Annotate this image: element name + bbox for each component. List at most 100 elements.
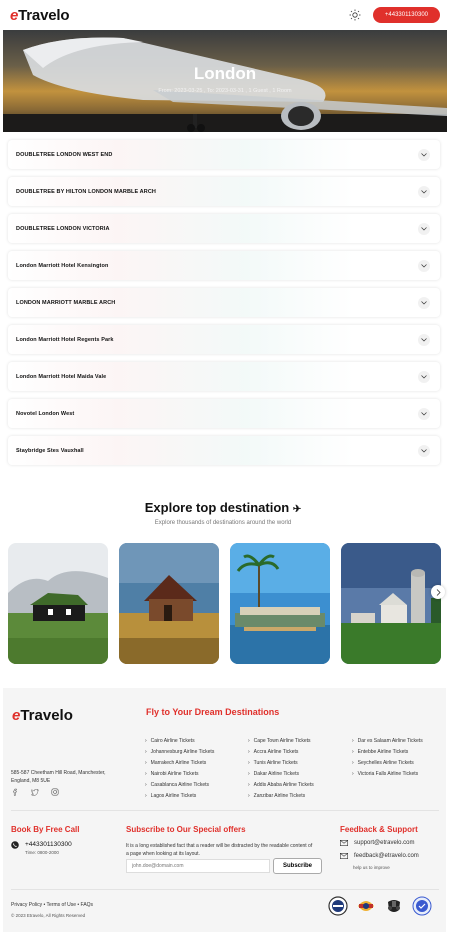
destination-card[interactable] <box>8 543 108 664</box>
destination-image <box>341 543 441 664</box>
support-email: support@etravelo.com <box>354 840 415 846</box>
hotel-item[interactable]: LONDON MARRIOTT MARBLE ARCH <box>8 288 440 317</box>
hero-search-summary: From: 2023-03-25 , To: 2023-03-31 , 1 Gu… <box>158 88 292 94</box>
dream-destinations-heading: Fly to Your Dream Destinations <box>146 707 280 717</box>
footer-divider <box>11 889 439 890</box>
airline-ticket-link[interactable]: Seychelles Airline Tickets <box>352 758 423 769</box>
airline-ticket-link[interactable]: Addis Ababa Airline Tickets <box>248 780 314 791</box>
explore-title: Explore top destination ✈ <box>0 500 446 515</box>
hotel-list: DOUBLETREE LONDON WEST END DOUBLETREE BY… <box>8 140 440 473</box>
chevron-down-icon[interactable] <box>418 370 430 383</box>
chevron-down-icon[interactable] <box>418 259 430 272</box>
hotel-item[interactable]: Staybridge Stes Vauxhall <box>8 436 440 465</box>
airline-ticket-link[interactable]: Lagos Airline Tickets <box>145 791 214 802</box>
feedback-email: feedback@etravelo.com <box>354 853 419 859</box>
royal-crest-icon <box>388 900 400 912</box>
logo-text: Travelo <box>20 707 73 724</box>
airline-ticket-link[interactable]: Casablanca Airline Tickets <box>145 780 214 791</box>
subscribe-email-input[interactable] <box>126 859 270 873</box>
explore-subtitle: Explore thousands of destinations around… <box>154 520 292 526</box>
destinations-column-1: Cairo Airline Tickets Johannesburg Airli… <box>145 736 215 802</box>
airline-ticket-link[interactable]: Zanzibar Airline Tickets <box>248 791 314 802</box>
airplane-icon: ✈ <box>292 504 302 515</box>
trust-seal-icon <box>412 896 432 916</box>
hotel-item[interactable]: DOUBLETREE LONDON VICTORIA <box>8 214 440 243</box>
mail-icon <box>340 840 348 846</box>
call-button[interactable]: +443301130300 <box>372 7 440 23</box>
iata-badge-icon <box>328 896 348 916</box>
chevron-down-icon[interactable] <box>418 444 430 457</box>
logo-text: Travelo <box>18 6 70 24</box>
twitter-icon[interactable] <box>31 788 39 796</box>
phone-icon <box>11 841 19 849</box>
hotel-name: London Marriott Hotel Regents Park <box>16 336 114 343</box>
book-call-heading: Book By Free Call <box>11 825 80 834</box>
chevron-down-icon[interactable] <box>418 333 430 346</box>
hotel-name: LONDON MARRIOTT MARBLE ARCH <box>16 299 116 306</box>
destination-card[interactable] <box>230 543 330 664</box>
airline-ticket-link[interactable]: Cairo Airline Tickets <box>145 736 214 747</box>
book-phone-hours: Time: 0800-2000 <box>25 850 59 855</box>
carousel-next-button[interactable] <box>431 585 445 599</box>
hotel-name: London Marriott Hotel Maida Vale <box>16 373 107 380</box>
header-actions: +443301130300 <box>349 7 440 23</box>
destinations-column-3: Dar es Salaam Airline Tickets Entebbe Ai… <box>352 736 423 780</box>
rating-badge-icon <box>358 901 374 911</box>
airline-ticket-link[interactable]: Entebbe Airline Tickets <box>352 747 423 758</box>
hotel-item[interactable]: Novotel London West <box>8 399 440 428</box>
feedback-email-row[interactable]: feedback@etravelo.com <box>340 853 419 859</box>
feedback-heading: Feedback & Support <box>340 825 418 834</box>
hotel-item[interactable]: London Marriott Hotel Maida Vale <box>8 362 440 391</box>
hotel-item[interactable]: London Marriott Hotel Regents Park <box>8 325 440 354</box>
chevron-down-icon[interactable] <box>418 407 430 420</box>
logo-prefix: e <box>10 6 19 24</box>
airline-ticket-link[interactable]: Johannesburg Airline Tickets <box>145 747 215 758</box>
explore-title-text: Explore top destination <box>144 500 290 515</box>
hotel-item[interactable]: DOUBLETREE BY HILTON LONDON MARBLE ARCH <box>8 177 440 206</box>
chevron-down-icon[interactable] <box>418 296 430 309</box>
chevron-down-icon[interactable] <box>418 185 430 198</box>
chevron-right-icon <box>436 588 441 596</box>
footer-logo[interactable]: eTravelo <box>12 707 73 724</box>
destination-card[interactable] <box>119 543 219 664</box>
site-logo[interactable]: eTravelo <box>10 7 69 24</box>
hero-title: London <box>193 64 257 83</box>
instagram-icon[interactable] <box>51 788 59 796</box>
subscribe-button[interactable]: Subscribe <box>273 858 322 874</box>
airline-ticket-link[interactable]: Dakar Airline Tickets <box>248 769 314 780</box>
chevron-down-icon[interactable] <box>418 148 430 161</box>
airline-ticket-link[interactable]: Accra Airline Tickets <box>248 747 314 758</box>
airline-ticket-link[interactable]: Dar es Salaam Airline Tickets <box>352 736 423 747</box>
airline-ticket-link[interactable]: Victoria Falls Airline Tickets <box>352 769 423 780</box>
airline-ticket-link[interactable]: Marrakech Airline Tickets <box>145 758 214 769</box>
theme-toggle-icon[interactable] <box>349 9 361 21</box>
hotel-item[interactable]: London Marriott Hotel Kensington <box>8 251 440 280</box>
legal-links[interactable]: Privacy Policy • Terms of Use • FAQs <box>11 902 93 908</box>
hotel-item[interactable]: DOUBLETREE LONDON WEST END <box>8 140 440 169</box>
destination-carousel <box>8 543 446 664</box>
social-links <box>11 788 59 796</box>
hero-banner: London From: 2023-03-25 , To: 2023-03-31… <box>3 30 447 132</box>
support-email-row[interactable]: support@etravelo.com <box>340 840 414 846</box>
mail-icon <box>340 853 348 859</box>
destinations-column-2: Cape Town Airline Tickets Accra Airline … <box>248 736 314 802</box>
airline-ticket-link[interactable]: Tunis Airline Tickets <box>248 758 314 769</box>
hotel-name: London Marriott Hotel Kensington <box>16 262 109 269</box>
facebook-icon[interactable] <box>11 788 19 796</box>
site-footer: eTravelo 585-587 Cheetham Hill Road, Man… <box>3 688 446 932</box>
copyright: © 2023 Etravelo, All Rights Reserved <box>11 913 86 918</box>
airline-ticket-link[interactable]: Cape Town Airline Tickets <box>248 736 314 747</box>
subscribe-heading: Subscribe to Our Special offers <box>126 825 246 834</box>
destination-image <box>119 543 219 664</box>
destination-image <box>230 543 330 664</box>
top-header: eTravelo +443301130300 <box>0 0 446 30</box>
hotel-name: Staybridge Stes Vauxhall <box>16 447 84 454</box>
book-phone-number[interactable]: +443301130300 <box>25 841 72 848</box>
hotel-name: DOUBLETREE LONDON VICTORIA <box>16 225 110 232</box>
destination-card[interactable] <box>341 543 441 664</box>
chevron-down-icon[interactable] <box>418 222 430 235</box>
hotel-name: Novotel London West <box>16 410 75 417</box>
certification-badges <box>328 896 432 916</box>
airline-ticket-link[interactable]: Nairobi Airline Tickets <box>145 769 214 780</box>
footer-divider <box>11 810 439 811</box>
